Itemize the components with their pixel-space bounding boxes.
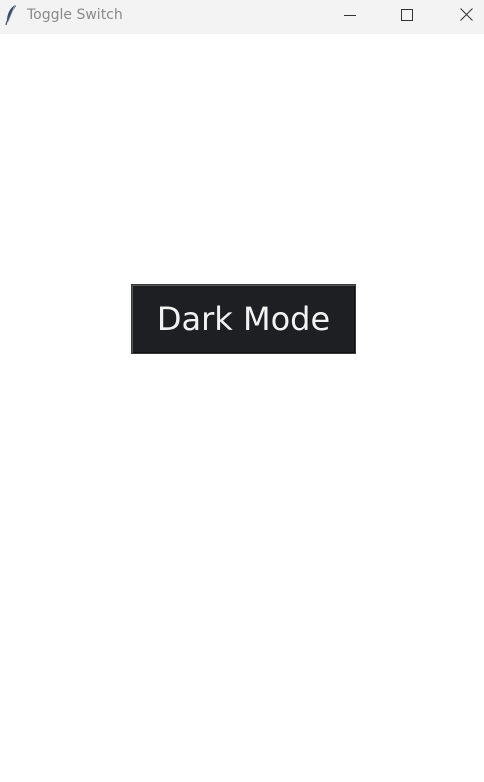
maximize-icon — [401, 6, 413, 25]
minimize-icon — [344, 6, 356, 25]
close-button[interactable] — [442, 0, 484, 30]
app-window: Toggle Switch Dark Mode — [0, 0, 484, 782]
title-bar[interactable]: Toggle Switch — [0, 0, 484, 34]
minimize-button[interactable] — [326, 0, 374, 30]
feather-icon — [4, 4, 18, 26]
window-title: Toggle Switch — [27, 7, 123, 23]
dark-mode-toggle-button[interactable]: Dark Mode — [131, 284, 356, 354]
close-icon — [459, 6, 473, 25]
maximize-button[interactable] — [383, 0, 431, 30]
main-content — [0, 34, 484, 782]
